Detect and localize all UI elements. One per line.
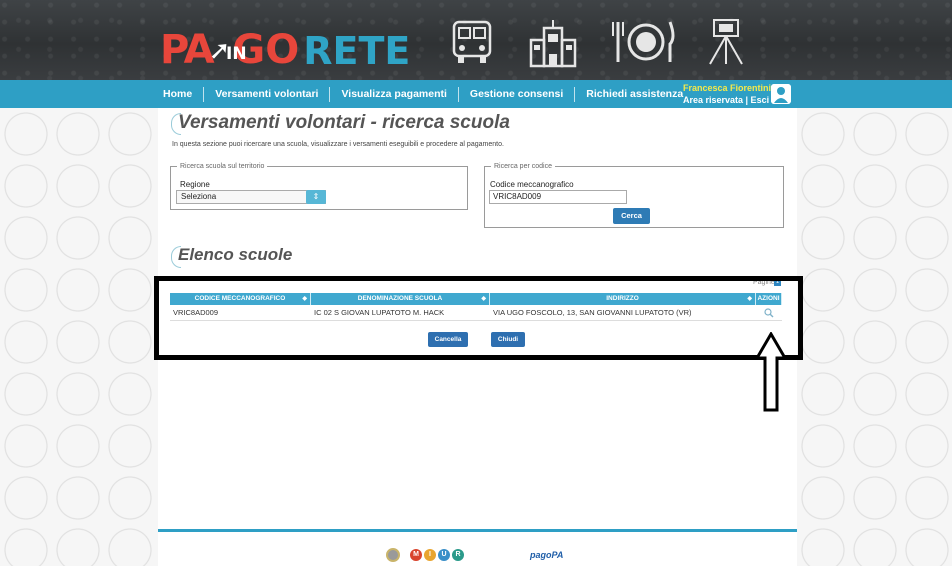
school-results-table: CODICE MECCANOGRAFICO ◆ DENOMINAZIONE SCU…: [170, 293, 782, 321]
user-area-links[interactable]: Area riservata | Esci: [683, 94, 769, 106]
nav-links: Home Versamenti volontari Visualizza pag…: [163, 80, 683, 108]
column-header-code[interactable]: CODICE MECCANOGRAFICO ◆: [170, 293, 311, 305]
blackboard-icon: [709, 19, 743, 65]
column-header-label: INDIRIZZO: [606, 295, 639, 302]
miur-letter: U: [438, 549, 450, 561]
nav-home[interactable]: Home: [163, 88, 192, 100]
region-select-value: Seleziona: [181, 192, 217, 201]
column-header-actions: AZIONI: [756, 293, 782, 305]
select-arrows-icon[interactable]: ⇕: [306, 190, 326, 204]
territory-search-legend: Ricerca scuola sul territorio: [180, 163, 265, 170]
pagopa-logo: pagoPA: [530, 550, 564, 560]
page-title: Versamenti volontari - ricerca scuola: [178, 112, 510, 133]
miur-letter: I: [424, 549, 436, 561]
pages-label: Pagine: [753, 279, 775, 286]
user-box: Francesca Fiorentini Area riservata | Es…: [683, 82, 772, 106]
school-icon: [529, 20, 577, 68]
column-header-label: AZIONI: [757, 295, 780, 302]
column-header-label: DENOMINAZIONE SCUOLA: [357, 295, 443, 302]
nav-versamenti-volontari[interactable]: Versamenti volontari: [215, 88, 318, 100]
right-background-pattern: [797, 108, 952, 566]
nav-gestione-consensi[interactable]: Gestione consensi: [470, 88, 563, 100]
italian-republic-emblem-icon: [386, 548, 400, 562]
close-button[interactable]: Chiudi: [491, 332, 525, 347]
nav-visualizza-pagamenti[interactable]: Visualizza pagamenti: [341, 88, 446, 100]
school-list-title: Elenco scuole: [178, 245, 293, 264]
pago-in-rete-logo[interactable]: PA ➚ GO IN RETE: [160, 20, 410, 70]
logo-text-in: IN: [226, 44, 247, 64]
sort-icon[interactable]: ◆: [302, 293, 307, 305]
nav-divider: [203, 86, 205, 102]
footer-logos: M I U R pagoPA: [386, 548, 563, 562]
sort-icon[interactable]: ◆: [481, 293, 486, 305]
logo-text-pa: PA: [160, 27, 215, 73]
logo-text-rete: RETE: [303, 29, 411, 73]
nav-richiedi-assistenza[interactable]: Richiedi assistenza: [586, 88, 683, 100]
cancel-button[interactable]: Cancella: [428, 332, 468, 347]
cell-school-name: IC 02 S GIOVAN LUPATOTO M. HACK: [314, 308, 445, 317]
search-icon[interactable]: [764, 308, 774, 318]
user-icon[interactable]: [771, 84, 791, 104]
column-header-address[interactable]: INDIRIZZO ◆: [490, 293, 756, 305]
nav-divider: [329, 86, 331, 102]
annotation-arrow-icon: [755, 332, 787, 412]
intro-text: In questa sezione puoi ricercare una scu…: [172, 141, 504, 148]
cell-school-code: VRIC8AD009: [173, 308, 219, 317]
column-header-label: CODICE MECCANOGRAFICO: [194, 295, 286, 302]
table-header-row: CODICE MECCANOGRAFICO ◆ DENOMINAZIONE SCU…: [170, 293, 782, 305]
plate-icon: [612, 21, 675, 62]
sort-icon[interactable]: ◆: [747, 293, 752, 305]
code-search-legend: Ricerca per codice: [494, 163, 552, 170]
left-background-pattern: [0, 108, 158, 566]
nav-divider: [457, 86, 459, 102]
header-banner: PA ➚ GO IN RETE: [0, 0, 952, 80]
main-content: Versamenti volontari - ricerca scuola In…: [158, 108, 797, 566]
search-button[interactable]: Cerca: [613, 208, 650, 224]
main-nav: Home Versamenti volontari Visualizza pag…: [0, 80, 952, 108]
pagination-page-1[interactable]: 1: [774, 278, 781, 286]
miur-logo: M I U R: [408, 549, 464, 561]
region-label: Regione: [180, 180, 210, 189]
miur-letter: M: [410, 549, 422, 561]
school-code-label: Codice meccanografico: [490, 180, 574, 189]
cell-actions: [756, 305, 782, 320]
cell-school-address: VIA UGO FOSCOLO, 13, SAN GIOVANNI LUPATO…: [493, 308, 692, 317]
nav-divider: [574, 86, 576, 102]
column-header-name[interactable]: DENOMINAZIONE SCUOLA ◆: [311, 293, 490, 305]
school-code-input[interactable]: VRIC8AD009: [489, 190, 627, 204]
miur-letter: R: [452, 549, 464, 561]
bus-icon: [452, 20, 492, 63]
footer-divider: [158, 529, 797, 532]
table-row: VRIC8AD009 IC 02 S GIOVAN LUPATOTO M. HA…: [170, 305, 782, 321]
user-name: Francesca Fiorentini: [683, 83, 772, 93]
region-select[interactable]: Seleziona ⇕: [176, 190, 326, 204]
